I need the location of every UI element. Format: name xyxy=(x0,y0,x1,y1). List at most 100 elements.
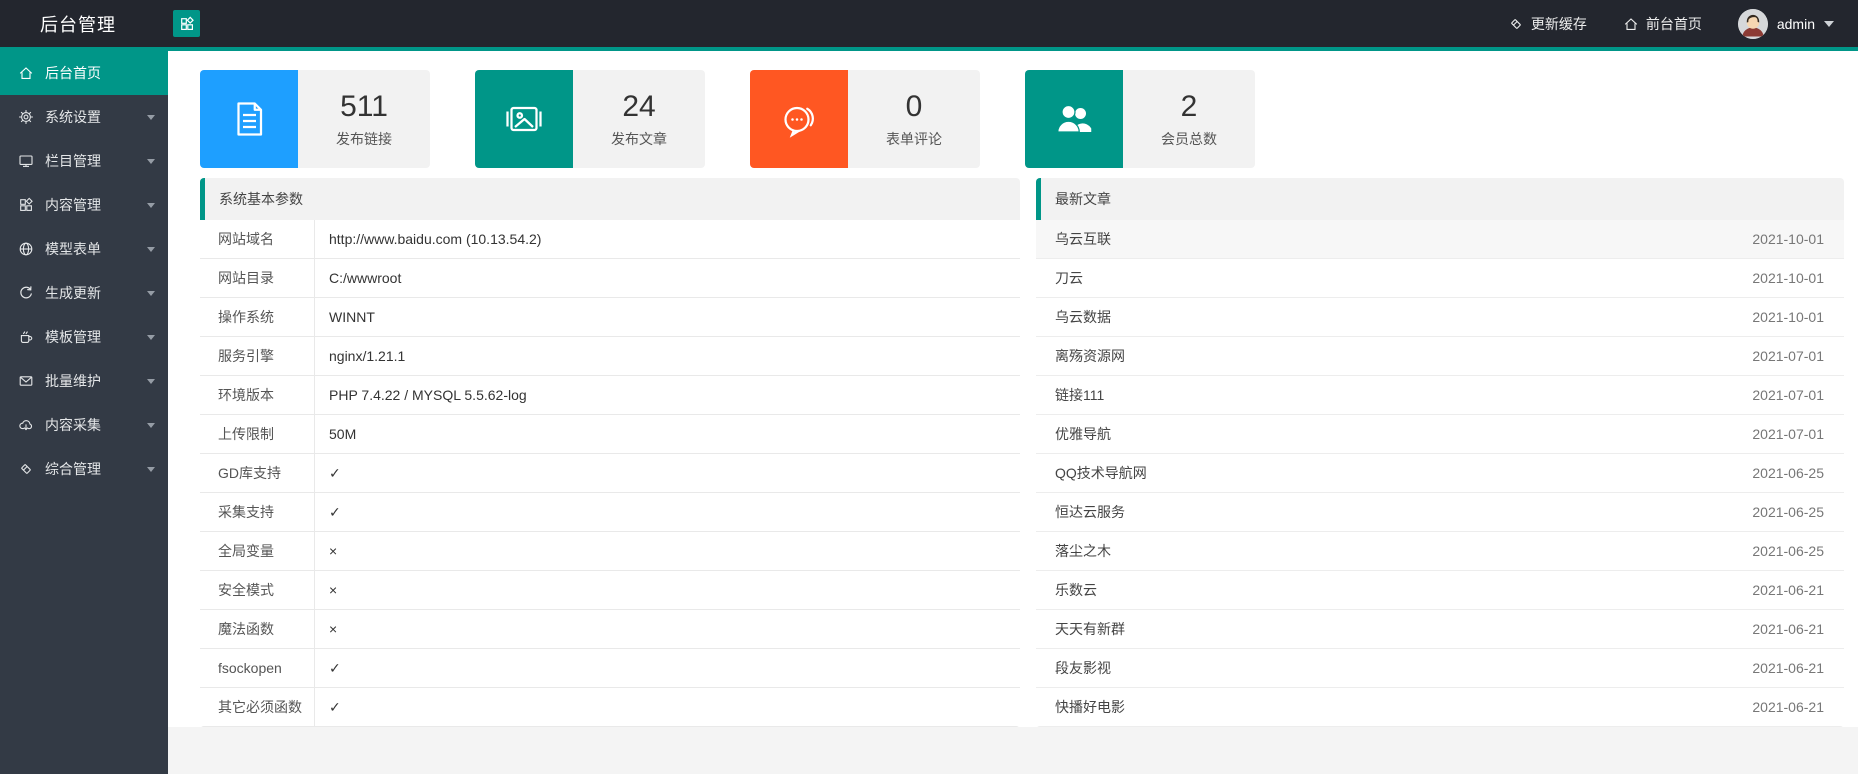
article-title-link[interactable]: 刀云 xyxy=(1055,268,1083,288)
list-item: 优雅导航 2021-07-01 xyxy=(1036,415,1844,454)
sidebar-item-label: 内容采集 xyxy=(45,417,101,433)
content-footer-area xyxy=(168,727,1858,774)
system-params-table: 网站域名 http://www.baidu.com (10.13.54.2) 网… xyxy=(200,220,1020,727)
sidebar-item-dashboard[interactable]: 后台首页 xyxy=(0,51,168,95)
param-value: 50M xyxy=(329,426,357,442)
article-title-link[interactable]: 乌云数据 xyxy=(1055,307,1111,327)
sidebar-item-template-management[interactable]: 模板管理 xyxy=(0,315,168,359)
globe-icon xyxy=(18,241,34,257)
stat-body: 24 发布文章 xyxy=(573,70,705,168)
stat-label: 表单评论 xyxy=(886,130,942,147)
article-title-link[interactable]: 天天有新群 xyxy=(1055,619,1125,639)
sidebar-item-content-collection[interactable]: 内容采集 xyxy=(0,403,168,447)
param-value: PHP 7.4.22 / MYSQL 5.5.62-log xyxy=(329,387,527,403)
refresh-cache-button[interactable]: 更新缓存 xyxy=(1508,14,1587,34)
system-params-panel: 系统基本参数 网站域名 http://www.baidu.com (10.13.… xyxy=(200,178,1020,727)
panels-row: 系统基本参数 网站域名 http://www.baidu.com (10.13.… xyxy=(200,178,1844,727)
grid-icon xyxy=(179,16,195,32)
sidebar-item-content-management[interactable]: 内容管理 xyxy=(0,183,168,227)
grid-icon xyxy=(18,197,34,213)
stat-label: 会员总数 xyxy=(1161,130,1217,147)
cloud-download-icon xyxy=(18,417,34,433)
list-item: 乐数云 2021-06-21 xyxy=(1036,571,1844,610)
article-title-link[interactable]: 段友影视 xyxy=(1055,658,1111,678)
param-value: http://www.baidu.com (10.13.54.2) xyxy=(329,231,542,247)
mail-icon xyxy=(18,373,34,389)
article-title-link[interactable]: 乐数云 xyxy=(1055,580,1097,600)
main-layout: 后台首页 系统设置 栏目管理 内容管理 模型表单 生成更新 模板管理 批量维护 … xyxy=(0,47,1858,774)
chevron-down-icon xyxy=(147,246,155,252)
list-item: 链接111 2021-07-01 xyxy=(1036,376,1844,415)
param-value: nginx/1.21.1 xyxy=(329,348,406,364)
param-label: 魔法函数 xyxy=(200,610,315,648)
username: admin xyxy=(1776,15,1815,32)
user-menu[interactable]: admin xyxy=(1737,8,1834,39)
list-item: 刀云 2021-10-01 xyxy=(1036,259,1844,298)
home-icon xyxy=(18,65,34,81)
article-title-link[interactable]: 优雅导航 xyxy=(1055,424,1111,444)
panel-title: 最新文章 xyxy=(1036,178,1844,220)
list-item: 离殇资源网 2021-07-01 xyxy=(1036,337,1844,376)
stat-value: 0 xyxy=(905,89,923,123)
list-item: 落尘之木 2021-06-25 xyxy=(1036,532,1844,571)
stat-cards-row: 511 发布链接 24 发布文章 0 表单评论 2 会员总数 xyxy=(200,70,1844,168)
stat-card-links[interactable]: 511 发布链接 xyxy=(200,70,430,168)
sidebar-item-generate-update[interactable]: 生成更新 xyxy=(0,271,168,315)
article-title-link[interactable]: 离殇资源网 xyxy=(1055,346,1125,366)
eraser-icon xyxy=(1508,16,1524,32)
sidebar-item-column-management[interactable]: 栏目管理 xyxy=(0,139,168,183)
stat-body: 2 会员总数 xyxy=(1123,70,1255,168)
stat-body: 511 发布链接 xyxy=(298,70,430,168)
chevron-down-icon xyxy=(147,114,155,120)
param-label: 服务引擎 xyxy=(200,337,315,375)
sidebar-item-label: 批量维护 xyxy=(45,373,101,389)
article-title-link[interactable]: 快播好电影 xyxy=(1055,697,1125,717)
sidebar-item-label: 内容管理 xyxy=(45,197,101,213)
table-row: 网站域名 http://www.baidu.com (10.13.54.2) xyxy=(200,220,1020,259)
param-value: × xyxy=(329,543,338,559)
article-date: 2021-10-01 xyxy=(1752,309,1824,325)
table-row: 采集支持 ✓ xyxy=(200,493,1020,532)
apps-button[interactable] xyxy=(173,10,200,37)
table-row: 魔法函数 × xyxy=(200,610,1020,649)
article-title-link[interactable]: 恒达云服务 xyxy=(1055,502,1125,522)
sidebar-item-model-forms[interactable]: 模型表单 xyxy=(0,227,168,271)
stat-card-comments[interactable]: 0 表单评论 xyxy=(750,70,980,168)
front-home-button[interactable]: 前台首页 xyxy=(1623,14,1702,34)
table-row: 全局变量 × xyxy=(200,532,1020,571)
param-value: ✓ xyxy=(329,659,341,676)
param-label: 环境版本 xyxy=(200,376,315,414)
stat-value: 2 xyxy=(1180,89,1198,123)
param-label: 网站域名 xyxy=(200,220,315,258)
param-label: 上传限制 xyxy=(200,415,315,453)
param-value: × xyxy=(329,621,338,637)
article-date: 2021-07-01 xyxy=(1752,348,1824,364)
param-label: 安全模式 xyxy=(200,571,315,609)
chevron-down-icon xyxy=(147,202,155,208)
sidebar-item-system-settings[interactable]: 系统设置 xyxy=(0,95,168,139)
param-value: ✓ xyxy=(329,464,341,481)
stat-card-members[interactable]: 2 会员总数 xyxy=(1025,70,1255,168)
stat-label: 发布链接 xyxy=(336,130,392,147)
param-label: fsockopen xyxy=(200,649,315,687)
param-value: C:/wwwroot xyxy=(329,270,402,286)
stat-card-articles[interactable]: 24 发布文章 xyxy=(475,70,705,168)
article-title-link[interactable]: QQ技术导航网 xyxy=(1055,463,1147,483)
sidebar-item-batch-maintenance[interactable]: 批量维护 xyxy=(0,359,168,403)
avatar xyxy=(1737,8,1768,39)
list-item: QQ技术导航网 2021-06-25 xyxy=(1036,454,1844,493)
list-item: 恒达云服务 2021-06-25 xyxy=(1036,493,1844,532)
table-row: 环境版本 PHP 7.4.22 / MYSQL 5.5.62-log xyxy=(200,376,1020,415)
table-row: fsockopen ✓ xyxy=(200,649,1020,688)
article-date: 2021-06-25 xyxy=(1752,543,1824,559)
article-title-link[interactable]: 落尘之木 xyxy=(1055,541,1111,561)
article-date: 2021-06-21 xyxy=(1752,582,1824,598)
front-home-label: 前台首页 xyxy=(1645,15,1702,32)
sidebar-item-general-management[interactable]: 综合管理 xyxy=(0,447,168,491)
param-label: 网站目录 xyxy=(200,259,315,297)
param-label: 采集支持 xyxy=(200,493,315,531)
article-title-link[interactable]: 链接111 xyxy=(1055,385,1104,405)
article-title-link[interactable]: 乌云互联 xyxy=(1055,229,1111,249)
chevron-down-icon xyxy=(147,290,155,296)
sidebar-item-label: 栏目管理 xyxy=(45,153,101,169)
